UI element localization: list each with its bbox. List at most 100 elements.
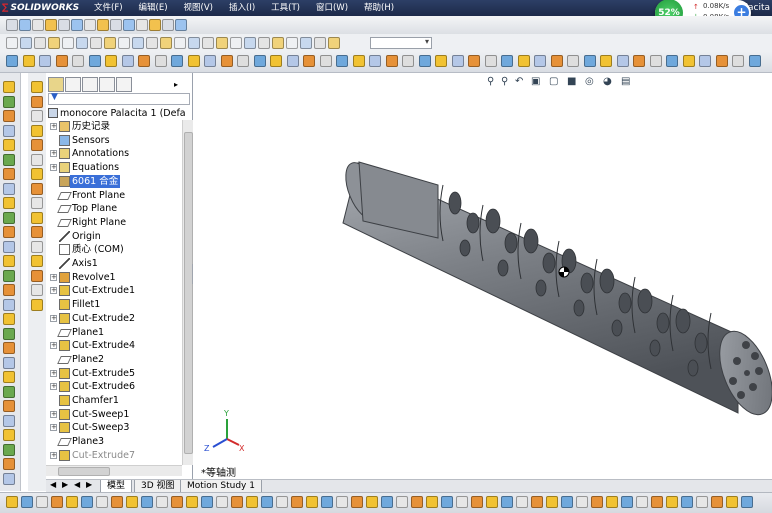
command-button-icon[interactable] — [31, 81, 43, 93]
tool-button-icon[interactable] — [666, 496, 678, 508]
tool-button-icon[interactable] — [402, 55, 414, 67]
command-button-icon[interactable] — [31, 124, 43, 137]
tool-button-icon[interactable] — [748, 55, 761, 67]
tool-button-icon[interactable] — [126, 496, 138, 508]
config-dropdown[interactable]: ▾ — [370, 37, 432, 49]
tool-button-icon[interactable] — [202, 37, 214, 49]
tool-button-icon[interactable] — [132, 37, 144, 49]
tool-button-icon[interactable] — [171, 55, 183, 67]
tool-button-icon[interactable] — [231, 496, 243, 508]
tool-button-icon[interactable] — [451, 55, 464, 67]
tool-button-icon[interactable] — [336, 55, 348, 67]
tool-button-icon[interactable] — [62, 37, 74, 49]
tool-button-icon[interactable] — [121, 55, 134, 67]
tool-button-icon[interactable] — [272, 37, 284, 49]
tool-button-icon[interactable] — [576, 496, 588, 508]
tool-button-icon[interactable] — [546, 496, 558, 508]
tool-button-icon[interactable] — [369, 55, 381, 67]
tool-button-icon[interactable] — [84, 19, 96, 31]
tool-button-icon[interactable] — [21, 496, 33, 508]
tool-button-icon[interactable] — [162, 19, 174, 31]
command-button-icon[interactable] — [31, 153, 43, 166]
filter-input[interactable]: ▼ — [48, 92, 190, 105]
tool-button-icon[interactable] — [220, 55, 233, 67]
command-button-icon[interactable] — [3, 458, 15, 470]
tree-vertical-scrollbar[interactable] — [182, 120, 193, 465]
command-button-icon[interactable] — [3, 414, 15, 427]
tool-button-icon[interactable] — [216, 37, 228, 49]
tool-button-icon[interactable] — [19, 19, 31, 31]
command-button-icon[interactable] — [31, 284, 43, 296]
tool-button-icon[interactable] — [6, 19, 18, 31]
tool-button-icon[interactable] — [149, 19, 161, 31]
tree-scroll-thumb[interactable] — [184, 132, 193, 454]
tool-button-icon[interactable] — [286, 55, 299, 67]
tool-button-icon[interactable] — [276, 496, 288, 508]
command-button-icon[interactable] — [3, 240, 15, 253]
command-button-icon[interactable] — [3, 211, 15, 224]
command-button-icon[interactable] — [3, 226, 15, 238]
tool-button-icon[interactable] — [261, 496, 273, 508]
command-button-icon[interactable] — [3, 139, 15, 151]
expand-toggle-icon[interactable]: + — [50, 410, 57, 418]
expand-toggle-icon[interactable]: + — [50, 342, 57, 350]
tool-button-icon[interactable] — [616, 55, 629, 67]
tool-button-icon[interactable] — [426, 496, 438, 508]
expand-toggle-icon[interactable]: + — [50, 164, 57, 172]
command-button-icon[interactable] — [31, 211, 43, 224]
tool-button-icon[interactable] — [471, 496, 483, 508]
menu-tools[interactable]: 工具(T) — [263, 0, 308, 16]
tool-button-icon[interactable] — [34, 37, 46, 49]
command-button-icon[interactable] — [3, 342, 15, 354]
tool-button-icon[interactable] — [351, 496, 363, 508]
command-button-icon[interactable] — [3, 95, 15, 108]
tab-config-icon[interactable] — [82, 77, 98, 92]
tool-button-icon[interactable] — [396, 496, 408, 508]
command-button-icon[interactable] — [31, 139, 43, 151]
tab-scroll-right-icon[interactable]: ▶ — [62, 480, 68, 489]
command-button-icon[interactable] — [3, 356, 15, 369]
tool-button-icon[interactable] — [726, 496, 738, 508]
expand-toggle-icon[interactable]: + — [50, 383, 57, 391]
tool-button-icon[interactable] — [636, 496, 648, 508]
tool-button-icon[interactable] — [22, 55, 35, 67]
command-button-icon[interactable] — [3, 124, 15, 137]
command-button-icon[interactable] — [3, 168, 15, 180]
center-of-mass-marker[interactable] — [558, 266, 570, 278]
tool-button-icon[interactable] — [328, 37, 340, 49]
expand-toggle-icon[interactable]: + — [50, 150, 57, 158]
tool-button-icon[interactable] — [110, 19, 122, 31]
tool-button-icon[interactable] — [81, 496, 93, 508]
tool-button-icon[interactable] — [97, 19, 109, 31]
tool-button-icon[interactable] — [20, 37, 32, 49]
part-model[interactable]: Y X Z — [193, 73, 772, 479]
tool-button-icon[interactable] — [123, 19, 135, 31]
menu-edit[interactable]: 编辑(E) — [131, 0, 176, 16]
solidworks-logo[interactable]: ∑ SOLIDWORKS — [2, 0, 79, 16]
tab-scroll-last-icon[interactable]: ▶ — [86, 480, 92, 489]
command-button-icon[interactable] — [3, 313, 15, 325]
tool-button-icon[interactable] — [711, 496, 723, 508]
command-button-icon[interactable] — [31, 269, 43, 282]
tool-button-icon[interactable] — [76, 37, 88, 49]
tool-button-icon[interactable] — [682, 55, 695, 67]
menu-insert[interactable]: 插入(I) — [221, 0, 263, 16]
command-button-icon[interactable] — [3, 81, 15, 93]
tool-button-icon[interactable] — [32, 19, 44, 31]
tool-button-icon[interactable] — [732, 55, 744, 67]
tool-button-icon[interactable] — [58, 19, 70, 31]
tab-property-icon[interactable] — [65, 77, 81, 92]
tool-button-icon[interactable] — [381, 496, 393, 508]
tool-button-icon[interactable] — [237, 55, 249, 67]
expand-toggle-icon[interactable]: + — [50, 123, 57, 130]
tool-button-icon[interactable] — [39, 55, 51, 67]
tool-button-icon[interactable] — [517, 55, 530, 67]
menu-view[interactable]: 视图(V) — [176, 0, 221, 16]
command-button-icon[interactable] — [3, 269, 15, 282]
command-button-icon[interactable] — [3, 472, 15, 485]
command-button-icon[interactable] — [3, 153, 15, 166]
command-button-icon[interactable] — [31, 95, 43, 108]
panel-arrow-icon[interactable]: ▸ — [174, 80, 178, 89]
tool-button-icon[interactable] — [484, 55, 497, 67]
tool-button-icon[interactable] — [501, 55, 513, 67]
